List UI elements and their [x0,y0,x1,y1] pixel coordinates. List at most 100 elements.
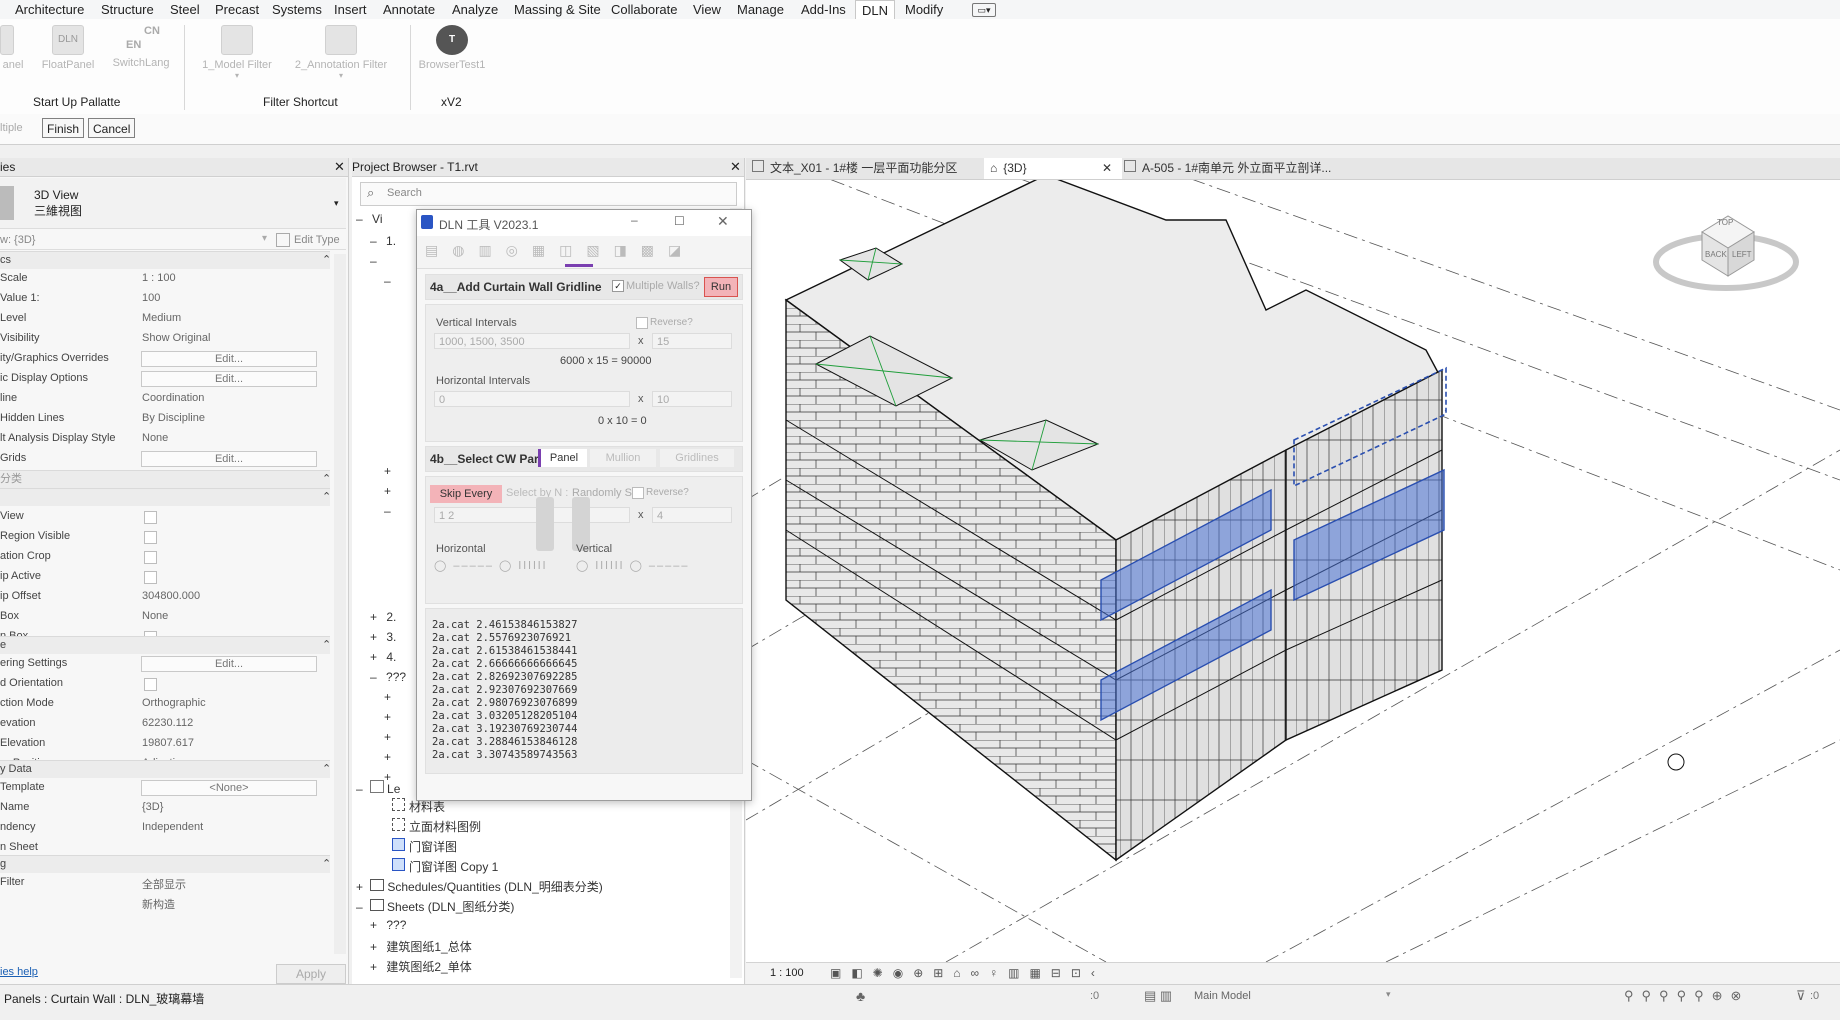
tree-row[interactable]: + [384,690,391,704]
search-input[interactable]: Search [387,187,422,199]
mullion-toggle[interactable]: Mullion [590,449,656,467]
panel-toggle[interactable]: Panel [538,449,587,467]
vertical-reverse-checkbox[interactable] [636,317,648,329]
tree-item-sheet[interactable]: + 建筑图纸2_单体 [370,958,472,975]
tree-row[interactable]: + 4. [370,650,396,664]
menu-precast[interactable]: Precast [215,2,259,17]
tree-item-legend[interactable]: 门窗详图 Copy 1 [392,858,498,875]
multiple-walls-checkbox[interactable]: ✓ [612,280,624,292]
property-value[interactable]: None [142,432,168,444]
horizontal-options-icons[interactable]: ◯ ‒‒‒‒‒ ◯ ǀǀǀǀǀǀ [434,559,548,572]
tree-item-sheet[interactable]: + 建筑图纸1_总体 [370,938,472,955]
tab-3d[interactable]: ⌂ {3D} ✕ [984,158,1122,179]
edit-type-button[interactable]: Edit Type [294,234,340,246]
menu-collaborate[interactable]: Collaborate [611,2,678,17]
menu-manage[interactable]: Manage [737,2,784,17]
switchlang-button[interactable]: CN EN SwitchLang [108,25,174,69]
section-graphics[interactable]: cs ⌃ [0,251,331,269]
property-value[interactable]: 1 : 100 [142,272,176,284]
section-extents[interactable]: ⌃ [0,488,331,506]
skip-pattern-input[interactable]: 1 2 [434,507,630,523]
tree-row[interactable]: – [370,254,377,268]
panel-button[interactable]: anel [0,25,26,71]
contextual-dropdown-icon[interactable]: ▭▾ [972,3,996,17]
active-model[interactable]: Main Model [1194,990,1251,1002]
menu-modify[interactable]: Modify [905,2,943,17]
menu-insert[interactable]: Insert [334,2,367,17]
section-category[interactable]: 分类 ⌃ [0,470,331,488]
property-value[interactable]: 100 [142,292,160,304]
selection-toggle-icons[interactable]: ⚲⚲⚲⚲⚲⊕⊗ [1624,988,1749,1004]
vertical-options-icons[interactable]: ◯ ǀǀǀǀǀǀ ◯ ‒‒‒‒‒ [576,559,690,572]
property-edit-button[interactable]: Edit... [141,451,317,467]
tree-row[interactable]: – ??? [370,670,406,684]
minimize-icon[interactable]: – [631,213,638,227]
annotation-filter-button[interactable]: 2_Annotation Filter ▾ [284,25,398,80]
skip-every-nth-option[interactable]: Skip Every Nth: [430,485,502,518]
tree-row[interactable]: + 2. [370,610,396,624]
maximize-icon[interactable]: ☐ [674,214,685,228]
tree-row[interactable]: – 1. [370,234,396,248]
browsertest-button[interactable]: T BrowserTest1 [416,25,488,71]
cancel-button[interactable]: Cancel [88,118,136,138]
tree-row[interactable]: – Vi [356,212,382,226]
tree-row-schedules[interactable]: + Schedules/Quantities (DLN_明细表分类) [356,878,603,895]
tab-floor-plan[interactable]: 文本_X01 - 1#楼 一层平面功能分区 [746,158,990,179]
property-value[interactable]: 304800.000 [142,590,200,602]
property-value[interactable]: {3D} [142,801,163,813]
property-value[interactable]: 全部显示 [142,876,186,892]
horizontal-intervals-input[interactable]: 0 [434,391,630,407]
menu-systems[interactable]: Systems [272,2,322,17]
tree-row[interactable]: + 3. [370,630,396,644]
tree-row[interactable]: – [384,274,391,288]
property-value[interactable]: 62230.112 [142,717,193,729]
property-value[interactable]: Medium [142,312,181,324]
menu-analyze[interactable]: Analyze [452,2,498,17]
skip-count-input[interactable]: 4 [652,507,732,523]
property-value[interactable]: 新构造 [142,896,175,912]
tree-item-sheet[interactable]: + ??? [370,918,406,932]
design-options-icon[interactable]: ▤ ▥ [1144,988,1172,1004]
view-cube[interactable]: TOP BACK LEFT [1606,192,1826,302]
run-button[interactable]: Run [704,277,738,297]
tree-item-legend[interactable]: 门窗详图 [392,838,457,855]
menu-view[interactable]: View [693,2,721,17]
view-control-icons[interactable]: ▣◧✺◉⊕⊞⌂∞♀▥▦⊟⊡‹ [830,966,1105,980]
vertical-count-input[interactable]: 15 [652,333,732,349]
view-selector[interactable]: w: {3D} [0,234,35,246]
property-checkbox[interactable] [144,678,157,691]
horizontal-count-input[interactable]: 10 [652,391,732,407]
section-identity[interactable]: y Data ⌃ [0,760,331,778]
model-filter-button[interactable]: 1_Model Filter ▾ [194,25,280,80]
property-checkbox[interactable] [144,551,157,564]
tree-row[interactable]: + [384,484,391,498]
menu-annotate[interactable]: Annotate [383,2,435,17]
floatpanel-button[interactable]: DLN FloatPanel [38,25,98,71]
section-phasing[interactable]: g ⌃ [0,855,331,873]
section-camera[interactable]: e ⌃ [0,636,331,654]
property-value[interactable]: Independent [142,821,203,833]
tree-row[interactable]: + [384,730,391,744]
menu-dln[interactable]: DLN [855,0,896,19]
menu-structure[interactable]: Structure [101,2,154,17]
menu-massing-site[interactable]: Massing & Site [514,2,601,17]
property-edit-button[interactable]: Edit... [141,351,317,367]
tab-sheet[interactable]: A-505 - 1#南单元 外立面平立剖详... [1118,158,1364,179]
tree-row[interactable]: + [384,464,391,478]
property-checkbox[interactable] [144,531,157,544]
tree-row-legends[interactable]: – Le [356,780,400,796]
apply-button[interactable]: Apply [276,964,346,984]
property-value[interactable]: 19807.617 [142,737,194,749]
property-value[interactable]: Show Original [142,332,210,344]
3d-view-canvas[interactable]: TOP BACK LEFT [746,180,1840,962]
property-value[interactable]: Orthographic [142,697,206,709]
tree-row[interactable]: + [384,710,391,724]
worksets-icon[interactable]: ♣ [856,988,865,1004]
property-edit-button[interactable]: <None> [141,780,317,796]
property-value[interactable]: Coordination [142,392,204,404]
menu-add-ins[interactable]: Add-Ins [801,2,846,17]
tree-row-sheets[interactable]: – Sheets (DLN_图纸分类) [356,898,514,915]
property-checkbox[interactable] [144,511,157,524]
tree-row[interactable]: – [384,504,391,518]
properties-scrollbar[interactable] [334,254,346,954]
